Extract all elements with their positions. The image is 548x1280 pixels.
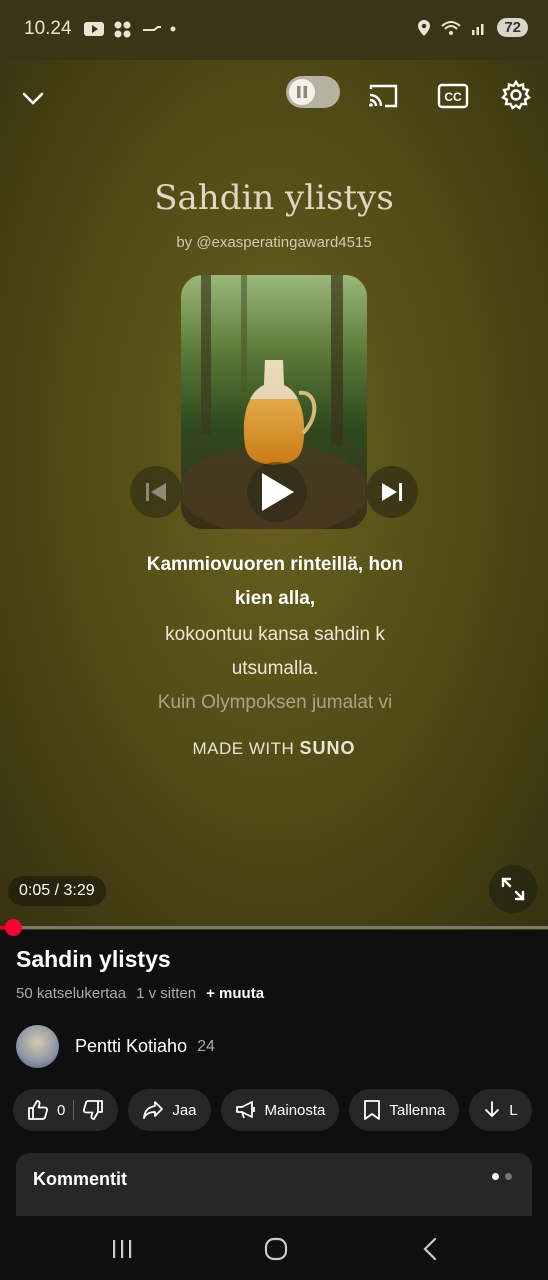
captions-icon: CC — [437, 83, 469, 109]
next-button[interactable] — [366, 466, 418, 518]
wifi-icon — [441, 20, 461, 35]
comments-title: Kommentit — [33, 1169, 127, 1189]
status-bar: 10.24 72 — [0, 0, 548, 60]
gear-icon — [501, 80, 531, 110]
settings-button[interactable] — [498, 77, 534, 113]
bookmark-icon — [364, 1100, 381, 1120]
lyrics-current-line: Kammiovuoren rinteillä, hon kien alla, — [146, 554, 404, 609]
chevron-down-icon — [22, 92, 44, 105]
system-navigation-bar — [0, 1216, 548, 1280]
thumbs-up-icon — [28, 1100, 49, 1120]
song-artist: by @exasperatingaward4515 — [176, 234, 372, 251]
signal-icon — [472, 23, 484, 35]
subscriber-count: 24 — [197, 1037, 215, 1055]
channel-name[interactable]: Pentti Kotiaho — [75, 1036, 187, 1057]
download-icon — [485, 1101, 500, 1118]
svg-text:CC: CC — [444, 90, 462, 104]
minimize-button[interactable] — [18, 84, 48, 114]
action-bar: 0 Jaa Mainosta Tallenna L — [13, 1089, 532, 1131]
more-link[interactable]: + muuta — [206, 985, 264, 1002]
page-indicator — [492, 1173, 512, 1180]
status-time: 10.24 — [24, 18, 72, 39]
fullscreen-icon — [501, 877, 525, 901]
like-divider — [73, 1100, 75, 1120]
fullscreen-button[interactable] — [489, 865, 537, 913]
location-icon — [418, 19, 431, 36]
promote-button[interactable]: Mainosta — [220, 1089, 340, 1131]
promote-label: Mainosta — [264, 1101, 326, 1119]
lyrics-upcoming-line: Kuin Olympoksen jumalat vi — [157, 692, 393, 713]
status-notification-icons — [84, 20, 176, 38]
back-button[interactable] — [408, 1234, 452, 1264]
made-with-prefix: MADE WITH — [192, 739, 295, 758]
time-display: 0:05 / 3:29 — [8, 876, 106, 906]
scrubber-handle[interactable] — [5, 919, 22, 936]
skip-next-icon — [382, 483, 402, 501]
like-count: 0 — [57, 1101, 66, 1119]
share-icon — [143, 1101, 164, 1119]
skip-previous-icon — [146, 483, 166, 501]
youtube-notification-icon — [84, 22, 104, 36]
upload-age: 1 v sitten — [136, 985, 197, 1002]
save-label: Tallenna — [389, 1101, 446, 1119]
dash-notification-icon — [143, 26, 161, 31]
share-button[interactable]: Jaa — [128, 1089, 211, 1131]
channel-row[interactable]: Pentti Kotiaho 24 — [16, 1025, 215, 1068]
play-button[interactable] — [247, 462, 307, 522]
video-title[interactable]: Sahdin ylistys — [16, 946, 171, 973]
recent-apps-button[interactable] — [100, 1234, 144, 1264]
recent-apps-icon — [113, 1240, 132, 1258]
share-label: Jaa — [172, 1101, 197, 1119]
cast-button[interactable] — [364, 78, 402, 114]
suno-brand: SUNO — [299, 738, 356, 758]
made-with-label: MADE WITH SUNO — [0, 738, 548, 759]
song-title: Sahdin ylistys — [154, 178, 394, 218]
progress-bar[interactable] — [0, 919, 548, 936]
save-button[interactable]: Tallenna — [349, 1089, 460, 1131]
video-meta[interactable]: 50 katselukertaa 1 v sitten + muuta — [16, 985, 264, 1002]
player-top-bar: CC — [0, 76, 548, 124]
group-notification-icon — [114, 21, 131, 38]
dislike-button[interactable] — [82, 1099, 104, 1121]
view-count: 50 katselukertaa — [16, 985, 127, 1002]
back-icon — [423, 1237, 437, 1261]
download-button[interactable]: L — [469, 1089, 532, 1131]
cast-icon — [369, 84, 398, 108]
battery-level: 72 — [497, 18, 528, 37]
previous-button[interactable] — [130, 466, 182, 518]
pause-icon — [289, 79, 315, 105]
thumbs-down-icon — [83, 1100, 104, 1120]
home-button[interactable] — [254, 1234, 298, 1264]
video-player[interactable]: CC Sahdin ylistys by @exasperatingaward4… — [0, 60, 548, 930]
like-button[interactable]: 0 — [27, 1099, 65, 1121]
megaphone-icon — [235, 1101, 255, 1119]
like-dislike-pill: 0 — [13, 1089, 119, 1131]
autoplay-toggle[interactable] — [286, 76, 340, 108]
download-label: L — [509, 1101, 518, 1119]
more-notifications-dot-icon — [170, 26, 176, 32]
captions-button[interactable]: CC — [435, 78, 471, 114]
lyrics-next-line: kokoontuu kansa sahdin k utsumalla. — [165, 624, 385, 679]
status-system-icons: 72 — [417, 18, 528, 37]
play-icon — [262, 473, 294, 511]
channel-avatar[interactable] — [16, 1025, 59, 1068]
home-icon — [264, 1237, 288, 1261]
